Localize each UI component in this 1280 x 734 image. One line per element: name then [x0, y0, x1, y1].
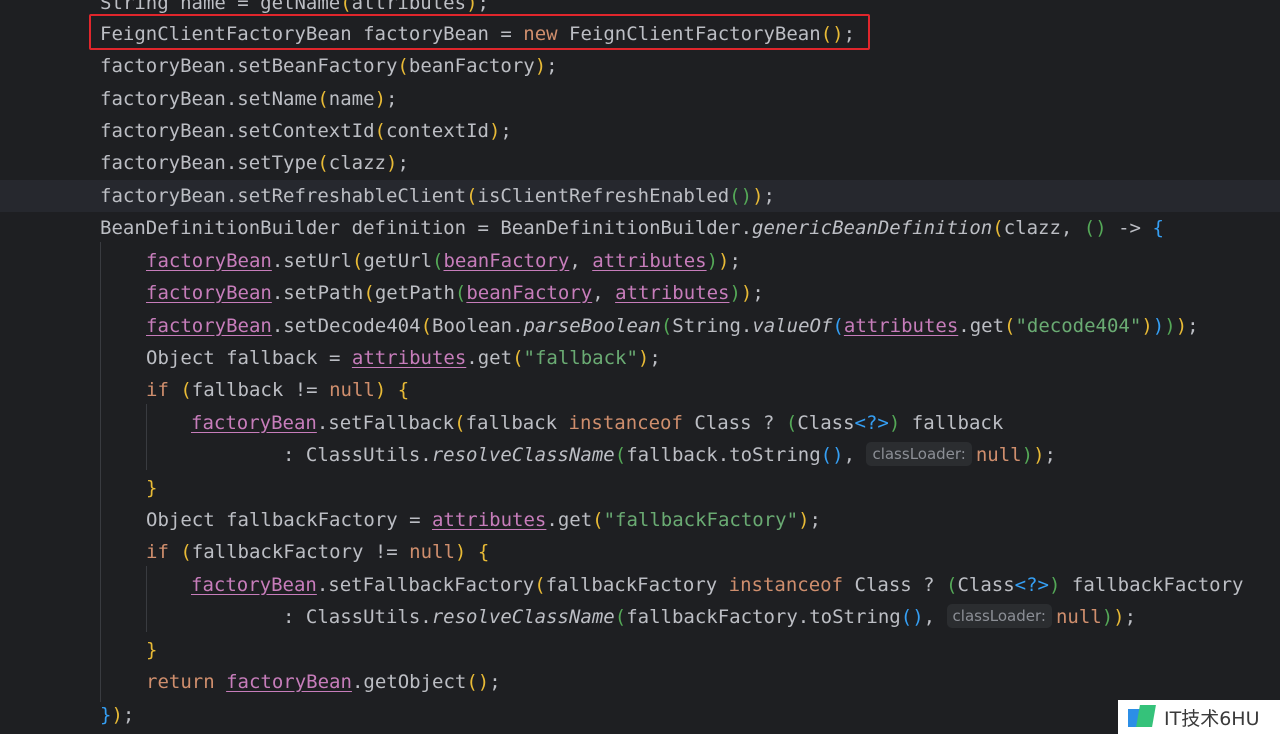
indent-guide — [100, 242, 101, 702]
code-line-current[interactable]: factoryBean.setRefreshableClient(isClien… — [0, 180, 1280, 212]
code-line[interactable]: factoryBean.setName(name); — [100, 83, 397, 115]
code-line[interactable]: if (fallback != null) { — [146, 374, 409, 406]
code-line[interactable]: } — [146, 472, 157, 504]
code-line[interactable]: factoryBean.setFallbackFactory(fallbackF… — [191, 569, 1243, 601]
code-line[interactable]: factoryBean.setDecode404(Boolean.parseBo… — [146, 310, 1199, 342]
code-line[interactable]: factoryBean.setBeanFactory(beanFactory); — [100, 50, 558, 82]
code-line[interactable]: } — [146, 634, 157, 666]
code-line[interactable]: factoryBean.setUrl(getUrl(beanFactory, a… — [146, 245, 741, 277]
code-line[interactable]: factoryBean.setFallback(fallback instanc… — [191, 407, 1003, 439]
code-line[interactable]: factoryBean.setType(clazz); — [100, 147, 409, 179]
code-line[interactable]: Object fallbackFactory = attributes.get(… — [146, 504, 821, 536]
watermark: IT技术6HU — [1118, 700, 1280, 734]
indent-guide — [146, 404, 147, 470]
code-line[interactable]: if (fallbackFactory != null) { — [146, 536, 489, 568]
code-editor[interactable]: String name = getName(attributes); Feign… — [0, 0, 1280, 734]
code-line[interactable]: factoryBean.setContextId(contextId); — [100, 115, 512, 147]
parameter-hint: classLoader: — [946, 604, 1052, 628]
book-logo-icon — [1128, 705, 1158, 729]
code-line[interactable]: Object fallback = attributes.get("fallba… — [146, 342, 661, 374]
code-line[interactable]: : ClassUtils.resolveClassName(fallback.t… — [283, 439, 1056, 471]
code-line[interactable]: }); — [100, 699, 134, 731]
code-line[interactable]: return factoryBean.getObject(); — [146, 666, 501, 698]
code-line[interactable]: factoryBean.setPath(getPath(beanFactory,… — [146, 277, 764, 309]
indent-guide — [146, 566, 147, 632]
code-line[interactable]: BeanDefinitionBuilder definition = BeanD… — [100, 212, 1164, 244]
highlight-annotation-box — [89, 14, 870, 50]
parameter-hint: classLoader: — [866, 442, 972, 466]
code-line[interactable]: : ClassUtils.resolveClassName(fallbackFa… — [283, 601, 1136, 633]
watermark-text: IT技术6HU — [1164, 707, 1260, 730]
